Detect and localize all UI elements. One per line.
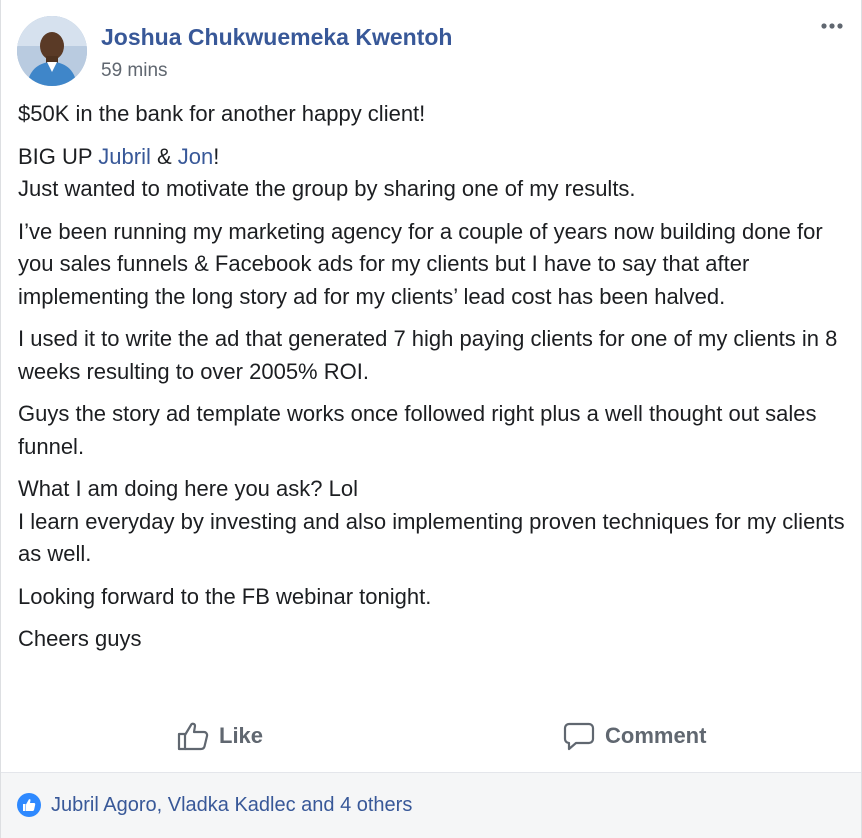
- like-button[interactable]: Like: [177, 716, 263, 756]
- post-actions: Like Comment: [1, 708, 861, 764]
- post-text: Just wanted to motivate the group by sha…: [18, 176, 636, 201]
- post-paragraph: Cheers guys: [18, 626, 142, 651]
- more-options-button[interactable]: [817, 16, 847, 36]
- mention-link-jubril[interactable]: Jubril: [98, 144, 151, 169]
- post-body: $50K in the bank for another happy clien…: [18, 98, 848, 666]
- post-header: Joshua Chukwuemeka Kwentoh 59 mins: [17, 16, 845, 88]
- thumbs-up-icon: [177, 722, 209, 751]
- author-name[interactable]: Joshua Chukwuemeka Kwentoh: [101, 24, 452, 51]
- post-text: BIG UP: [18, 143, 99, 169]
- author-avatar[interactable]: [17, 16, 87, 86]
- profile-photo-icon: [17, 16, 87, 86]
- thumbs-up-small-icon: [23, 799, 36, 811]
- post-text: &: [150, 143, 178, 169]
- post-paragraph: Looking forward to the FB webinar tonigh…: [18, 583, 432, 609]
- like-button-label: Like: [219, 723, 264, 748]
- reactions-summary-bar: Jubril Agoro, Vladka Kadlec and 4 others: [1, 772, 861, 838]
- comment-button-label: Comment: [605, 723, 707, 748]
- reactions-summary-text: Jubril Agoro, Vladka Kadlec and 4 others: [51, 793, 413, 816]
- post-paragraph: I’ve been running my marketing agency fo…: [18, 218, 823, 309]
- post-text: !: [213, 143, 220, 169]
- speech-bubble-icon: [563, 722, 595, 751]
- mention-link-jon[interactable]: Jon: [178, 144, 213, 169]
- post-paragraph: I used it to write the ad that generated…: [18, 326, 838, 384]
- like-reaction-icon: [17, 793, 41, 817]
- post-text: I learn everyday by investing and also i…: [18, 508, 845, 567]
- reactions-summary[interactable]: Jubril Agoro, Vladka Kadlec and 4 others: [17, 793, 412, 817]
- post-paragraph: $50K in the bank for another happy clien…: [18, 101, 426, 126]
- post-timestamp[interactable]: 59 mins: [101, 60, 168, 82]
- post-paragraph: What I am doing here you ask? Lol I learn…: [18, 473, 848, 571]
- feed-post: Joshua Chukwuemeka Kwentoh 59 mins $50K …: [0, 0, 862, 838]
- comment-button[interactable]: Comment: [563, 716, 706, 756]
- more-options-icon: [821, 23, 843, 29]
- post-text: What I am doing here you ask? Lol: [18, 476, 358, 501]
- post-paragraph: Guys the story ad template works once fo…: [18, 401, 817, 459]
- post-paragraph: BIG UP Jubril & Jon! Just wanted to motiv…: [18, 141, 848, 206]
